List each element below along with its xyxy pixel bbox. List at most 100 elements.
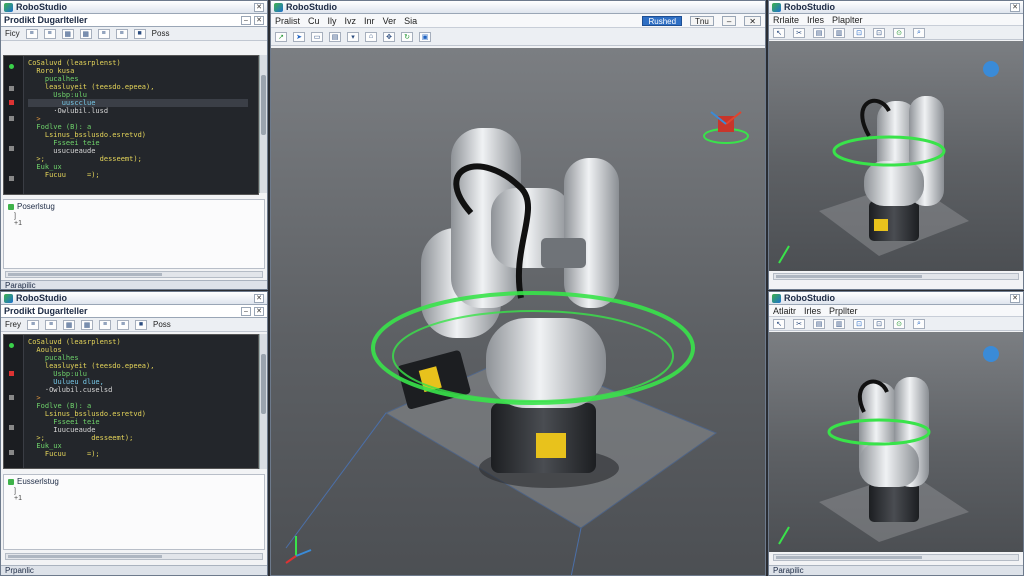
- save-icon[interactable]: ▣: [419, 31, 431, 42]
- primary-button[interactable]: Rushed: [642, 15, 683, 26]
- close-button[interactable]: ✕: [1010, 2, 1020, 12]
- menu-item[interactable]: Prpllter: [829, 306, 858, 316]
- breakpoint-icon[interactable]: [9, 64, 14, 69]
- scrollbar[interactable]: [259, 334, 267, 469]
- list-icon[interactable]: ≡: [99, 319, 111, 330]
- 3d-viewport[interactable]: [271, 48, 765, 575]
- code-line[interactable]: leasluyeit (teesdo.epeea),: [28, 362, 248, 370]
- menu-item[interactable]: Plaplter: [832, 15, 863, 25]
- sync-icon[interactable]: ⊙: [893, 27, 905, 38]
- property-row[interactable]: +1: [4, 495, 264, 502]
- grid-icon[interactable]: ▦: [81, 319, 93, 330]
- target-icon[interactable]: ⊡: [873, 318, 885, 329]
- target-icon[interactable]: ⊡: [873, 27, 885, 38]
- menu-item[interactable]: Pralist: [275, 16, 300, 26]
- list-icon[interactable]: ≡: [97, 28, 110, 39]
- horizontal-scrollbar[interactable]: [5, 271, 263, 278]
- code-line[interactable]: Lsinus_bsslusdo.esretvd): [28, 131, 248, 139]
- grid-icon[interactable]: ▤: [329, 31, 341, 42]
- view-cube-icon[interactable]: [983, 61, 999, 77]
- grid-icon[interactable]: ▦: [79, 28, 92, 39]
- paste-icon[interactable]: ▥: [833, 318, 845, 329]
- copy-icon[interactable]: ▤: [813, 27, 825, 38]
- scrollbar-thumb[interactable]: [776, 556, 923, 559]
- code-line[interactable]: >: [28, 394, 248, 402]
- target-icon[interactable]: ⊡: [853, 27, 865, 38]
- code-line[interactable]: uuscclue: [28, 99, 248, 107]
- close-button[interactable]: ✕: [254, 306, 264, 316]
- menu-item[interactable]: Cu: [308, 16, 320, 26]
- code-line[interactable]: pucalhes: [28, 75, 248, 83]
- code-line[interactable]: Fodlve (B): a: [28, 402, 248, 410]
- code-line[interactable]: Fucuu =);: [28, 450, 248, 458]
- error-icon[interactable]: [9, 100, 14, 105]
- dropdown-icon[interactable]: ▾: [347, 31, 359, 42]
- menu-item[interactable]: Ficy: [5, 29, 20, 38]
- scrollbar-thumb[interactable]: [261, 75, 266, 135]
- code-line[interactable]: ·Owlubil.lusd: [28, 107, 248, 115]
- close-button[interactable]: ✕: [1010, 293, 1020, 303]
- scrollbar[interactable]: [259, 55, 267, 193]
- code-line[interactable]: Fodlve (B): a: [28, 123, 248, 131]
- target-icon[interactable]: ⊡: [853, 318, 865, 329]
- code-line[interactable]: Lsinus_bsslusdo.esretvd): [28, 410, 248, 418]
- toolbar-label[interactable]: Poss: [153, 320, 171, 329]
- code-line[interactable]: Iuucueaude: [28, 426, 248, 434]
- scrollbar-thumb[interactable]: [8, 555, 162, 558]
- menu-item[interactable]: Rrlaite: [773, 15, 799, 25]
- close-button[interactable]: ✕: [254, 15, 264, 25]
- list-icon[interactable]: ≡: [43, 28, 56, 39]
- horizontal-scrollbar[interactable]: [773, 554, 1019, 561]
- code-line[interactable]: Fsseei teie: [28, 139, 248, 147]
- menu-item[interactable]: Atlaitr: [773, 306, 796, 316]
- grid-icon[interactable]: ▦: [61, 28, 74, 39]
- code-line[interactable]: CoSaluvd (leasrplenst): [28, 59, 248, 67]
- paste-icon[interactable]: ▥: [833, 27, 845, 38]
- scrollbar-thumb[interactable]: [8, 273, 162, 276]
- arrow-icon[interactable]: ↗: [275, 31, 287, 42]
- scrollbar-thumb[interactable]: [776, 275, 923, 278]
- horizontal-scrollbar[interactable]: [773, 273, 1019, 280]
- code-line[interactable]: Fsseei teie: [28, 418, 248, 426]
- property-row[interactable]: +1: [4, 220, 264, 227]
- list-icon[interactable]: ≡: [45, 319, 57, 330]
- menu-item[interactable]: Sia: [404, 16, 417, 26]
- cut-icon[interactable]: ✂: [793, 318, 805, 329]
- code-line[interactable]: CoSaluvd (leasrplenst): [28, 338, 248, 346]
- close-button[interactable]: ✕: [744, 15, 761, 26]
- menu-item[interactable]: Ily: [328, 16, 337, 26]
- select-icon[interactable]: ↖: [773, 318, 785, 329]
- code-line[interactable]: Euk_ux: [28, 442, 248, 450]
- property-row[interactable]: ]: [4, 213, 264, 220]
- horizontal-scrollbar[interactable]: [5, 553, 263, 560]
- select-icon[interactable]: ↖: [773, 27, 785, 38]
- code-line[interactable]: Usbp:ulu: [28, 91, 248, 99]
- list-icon[interactable]: ≡: [27, 319, 39, 330]
- secondary-button[interactable]: Tnu: [690, 15, 714, 26]
- code-line[interactable]: >; desseemt);: [28, 155, 248, 163]
- zoom-icon[interactable]: ⌕: [913, 318, 925, 329]
- list-icon[interactable]: ≡: [117, 319, 129, 330]
- home-icon[interactable]: ⌂: [365, 31, 377, 42]
- close-button[interactable]: ✕: [254, 293, 264, 303]
- rotate-icon[interactable]: ↻: [401, 31, 413, 42]
- folder-icon[interactable]: ▭: [311, 31, 323, 42]
- code-line[interactable]: >: [28, 115, 248, 123]
- code-line[interactable]: usucueaude: [28, 147, 248, 155]
- box-icon[interactable]: ■: [135, 319, 147, 330]
- menu-item[interactable]: Frey: [5, 320, 21, 329]
- list-icon[interactable]: ≡: [25, 28, 38, 39]
- property-row[interactable]: ]: [4, 488, 264, 495]
- menu-item[interactable]: Irles: [804, 306, 821, 316]
- close-button[interactable]: ✕: [254, 2, 264, 12]
- menu-item[interactable]: Ver: [383, 16, 397, 26]
- code-line[interactable]: leasluyeit (teesdo.epeea),: [28, 83, 248, 91]
- error-icon[interactable]: [9, 371, 14, 376]
- cursor-icon[interactable]: ➤: [293, 31, 305, 42]
- code-line[interactable]: Uulueu dlue,: [28, 378, 248, 386]
- minimize-button[interactable]: –: [721, 15, 737, 26]
- cut-icon[interactable]: ✂: [793, 27, 805, 38]
- move-icon[interactable]: ✥: [383, 31, 395, 42]
- code-editor[interactable]: CoSaluvd (leasrplenst) Roro kusa pucalhe…: [3, 55, 259, 195]
- list-icon[interactable]: ≡: [115, 28, 128, 39]
